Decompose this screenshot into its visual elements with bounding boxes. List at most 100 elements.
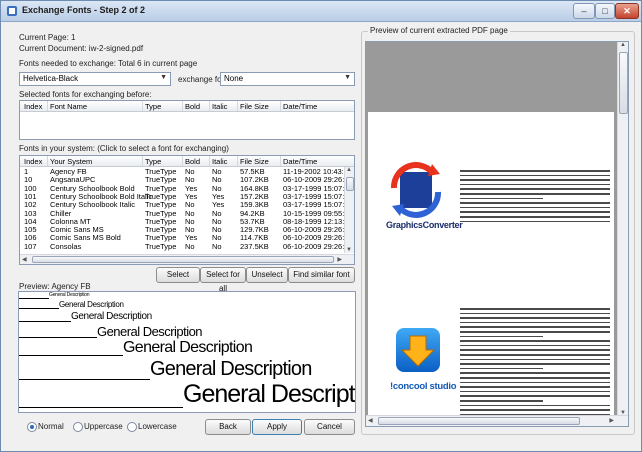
scroll-thumb[interactable] (619, 52, 628, 114)
pdf-preview-caption: Preview of current extracted PDF page (368, 26, 510, 35)
back-button[interactable]: Back (205, 419, 251, 435)
cancel-button[interactable]: Cancel (304, 419, 355, 435)
table-cell: 03-17-1999 15:07:42 (283, 200, 353, 210)
close-button[interactable]: ✕ (615, 3, 639, 19)
preview-caption: Preview: Agency FB (19, 282, 91, 291)
scroll-right-icon[interactable]: ▶ (609, 417, 614, 424)
pdf-text-line (460, 409, 610, 411)
column-header[interactable]: Italic (212, 102, 227, 111)
scroll-thumb[interactable] (378, 417, 580, 425)
column-header[interactable]: Bold (185, 157, 200, 166)
pdf-text-line (460, 354, 610, 356)
pdf-text-line (460, 321, 610, 324)
minimize-button[interactable]: – (573, 3, 595, 19)
normal-radio[interactable] (27, 422, 37, 432)
table-cell: 102 (24, 200, 37, 210)
pdf-text-line (460, 381, 610, 384)
pdf-text-line (460, 404, 610, 407)
pdf-text-line (460, 183, 610, 186)
pdf-preview-hscroll[interactable]: ◀ ▶ (366, 415, 628, 426)
pdf-preview-vscroll[interactable]: ▲ ▼ (617, 42, 628, 416)
column-header[interactable]: Bold (185, 102, 200, 111)
column-header[interactable]: Type (145, 102, 161, 111)
unselect-button[interactable]: Unselect (246, 267, 288, 283)
system-fonts-hscroll[interactable]: ◀ ▶ (20, 254, 354, 264)
select-for-all-button[interactable]: Select for all (200, 267, 246, 293)
table-cell: No (212, 241, 222, 251)
pdf-text-line (460, 174, 610, 177)
column-header[interactable]: Your System (50, 157, 92, 166)
uppercase-label[interactable]: Uppercase (84, 422, 123, 431)
column-header[interactable]: Font Name (50, 102, 87, 111)
baseline-rule (19, 308, 59, 309)
table-row[interactable]: 102 Century Schoolbook Italic TrueType No Ye… (20, 201, 354, 209)
pdf-text-line (460, 312, 610, 315)
pdf-text-line (460, 390, 610, 393)
scroll-up-icon[interactable]: ▲ (346, 167, 352, 173)
exchange-for-dropdown[interactable]: None ▼ (220, 72, 355, 86)
pdf-text-line (460, 340, 610, 342)
scroll-right-icon[interactable]: ▶ (337, 256, 342, 263)
window-title: Exchange Fonts - Step 2 of 2 (22, 5, 146, 15)
column-header[interactable]: Date/Time (283, 102, 317, 111)
table-cell: TrueType (145, 241, 177, 251)
system-fonts-vscroll[interactable]: ▲ ▼ (344, 167, 354, 253)
table-cell: 159.3KB (240, 200, 269, 210)
apply-button[interactable]: Apply (252, 419, 302, 435)
preview-sample: General Description (150, 358, 312, 380)
column-header[interactable]: Type (145, 157, 161, 166)
font-preview-panel: General Description General Description … (18, 291, 356, 413)
uppercase-radio[interactable] (73, 422, 83, 432)
maximize-button[interactable]: □ (595, 3, 615, 19)
minimize-icon: – (581, 6, 587, 16)
pdf-text-line (460, 367, 543, 370)
pdf-preview-pane[interactable]: GraphicsConverter !concool studio ▲ ▼ ◀ … (365, 41, 629, 427)
system-fonts-table[interactable]: Index Your System Type Bold Italic File … (19, 155, 355, 265)
pdf-text-line (460, 349, 610, 351)
fonts-needed-label: Fonts needed to exchange: Total 6 in cur… (19, 59, 198, 68)
scroll-thumb[interactable] (32, 256, 334, 263)
source-font-value: Helvetica-Black (23, 74, 79, 83)
scroll-down-icon[interactable]: ▼ (346, 247, 352, 253)
iconcool-logo (396, 328, 440, 372)
preview-sample: General Description (123, 339, 253, 356)
pdf-text-line (460, 363, 610, 365)
chevron-down-icon: ▼ (344, 74, 351, 81)
column-header[interactable]: File Size (240, 102, 269, 111)
scroll-left-icon[interactable]: ◀ (22, 256, 27, 263)
current-document-label: Current Document: iw-2-signed.pdf (19, 44, 144, 53)
selected-fonts-caption: Selected fonts for exchanging before: (19, 90, 152, 99)
column-header[interactable]: Index (24, 157, 42, 166)
lowercase-radio[interactable] (127, 422, 137, 432)
column-header[interactable]: Index (24, 102, 42, 111)
find-similar-font-button[interactable]: Find similar font (288, 267, 355, 283)
column-header[interactable]: Date/Time (283, 157, 317, 166)
pdf-text-line (460, 197, 543, 200)
close-icon: ✕ (623, 6, 631, 16)
scroll-left-icon[interactable]: ◀ (368, 417, 373, 424)
source-font-dropdown[interactable]: Helvetica-Black ▼ (19, 72, 171, 86)
baseline-rule (19, 355, 123, 356)
scroll-thumb[interactable] (346, 177, 354, 191)
select-button[interactable]: Select (156, 267, 200, 283)
column-header[interactable]: Italic (212, 157, 227, 166)
scroll-up-icon[interactable]: ▲ (620, 42, 626, 48)
pdf-text-line (460, 206, 610, 209)
table-cell: 06-10-2009 29:26:35 (283, 241, 353, 251)
selected-fonts-table[interactable]: Index Font Name Type Bold Italic File Si… (19, 100, 355, 140)
current-page-label: Current Page: 1 (19, 33, 76, 42)
title-bar: Exchange Fonts - Step 2 of 2 – □ ✕ (1, 1, 641, 22)
table-row[interactable]: 107 Consolas TrueType No No 237.5KB 06-10-2009… (20, 241, 354, 251)
pdf-text-line (460, 326, 610, 328)
column-header[interactable]: File Size (240, 157, 269, 166)
pdf-text-line (460, 308, 610, 310)
pdf-text-line (460, 395, 610, 397)
baseline-rule (19, 298, 49, 299)
normal-label[interactable]: Normal (38, 422, 64, 431)
table-cell: 107 (24, 241, 37, 251)
preview-sample: General Description (97, 324, 203, 339)
baseline-rule (19, 407, 183, 408)
lowercase-label[interactable]: Lowercase (138, 422, 177, 431)
table-cell: Century Schoolbook Italic (50, 200, 136, 210)
pdf-text-line (460, 372, 610, 374)
